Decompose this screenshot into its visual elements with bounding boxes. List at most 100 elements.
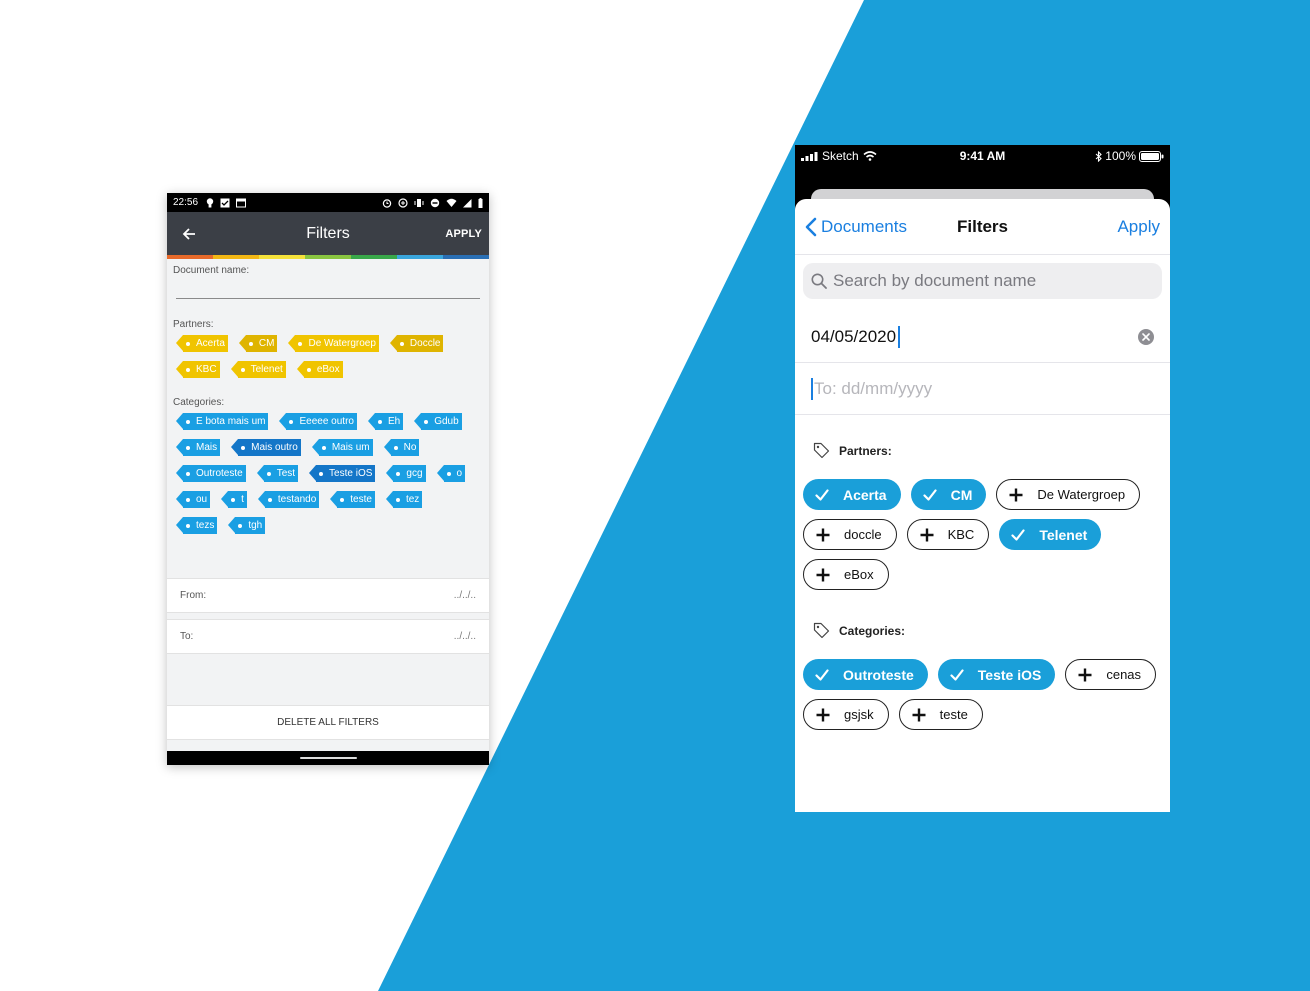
plus-icon-wrap xyxy=(920,528,934,542)
checkmark-icon-wrap xyxy=(922,488,937,501)
tag-chip[interactable]: Gdub xyxy=(414,413,462,430)
battery-percent: 100% xyxy=(1105,149,1136,163)
tag-chip[interactable]: E bota mais um xyxy=(175,413,269,430)
tag-chip[interactable]: Acerta xyxy=(176,335,228,352)
category-tags: E bota mais um Eeeee outro Eh Gdub Mais Mais … xyxy=(173,413,483,543)
android-filter-body: Document name: Partners: Acerta CM De Wate… xyxy=(167,259,489,543)
tag-icon xyxy=(813,442,830,459)
tag-chip[interactable]: t xyxy=(221,491,247,508)
rainbow-segment xyxy=(305,255,351,259)
back-button[interactable]: Documents xyxy=(795,217,907,237)
categories-header: Categories: xyxy=(795,622,1170,639)
ios-screen: Sketch 9:41 AM 100% Documents Filters Ap… xyxy=(795,145,1170,812)
tag-chip[interactable]: Test xyxy=(256,465,299,482)
category-chips: Outroteste Teste iOS cenas gsjsk teste xyxy=(795,659,1170,739)
filter-chip[interactable]: doccle xyxy=(803,519,897,550)
android-toolbar: Filters APPLY xyxy=(167,212,489,255)
to-date-field[interactable]: To: ../../.. xyxy=(167,619,489,654)
battery-icon xyxy=(1139,150,1164,162)
document-name-input[interactable] xyxy=(176,298,480,299)
to-date-field[interactable]: To: dd/mm/yyyy xyxy=(795,363,1170,415)
signal-icon xyxy=(463,198,472,207)
filter-chip[interactable]: cenas xyxy=(1065,659,1157,690)
filter-chip[interactable]: Telenet xyxy=(999,519,1102,550)
filter-chip[interactable]: teste xyxy=(898,699,983,730)
plus-icon-wrap xyxy=(816,528,830,542)
rainbow-segment xyxy=(351,255,397,259)
from-date-field[interactable]: 04/05/2020 xyxy=(795,311,1170,363)
filter-chip[interactable]: CM xyxy=(910,479,987,510)
rainbow-segment xyxy=(213,255,259,259)
search-input[interactable] xyxy=(833,271,1153,291)
checkmark-icon-wrap xyxy=(815,488,829,501)
clear-icon[interactable] xyxy=(1138,328,1154,345)
tag-chip[interactable]: tgh xyxy=(228,517,266,534)
filter-chip[interactable]: De Watergroep xyxy=(996,479,1141,510)
tag-chip[interactable]: Eh xyxy=(367,413,404,430)
to-date-placeholder: To: dd/mm/yyyy xyxy=(814,378,933,398)
tag-icon xyxy=(813,622,830,639)
checkmark-icon xyxy=(815,668,829,681)
filters-sheet: Documents Filters Apply 04/05/2020 To: d… xyxy=(795,199,1170,812)
tag-chip[interactable]: Eeeee outro xyxy=(279,413,357,430)
tag-chip[interactable]: No xyxy=(383,439,420,456)
tag-chip[interactable]: Teste iOS xyxy=(309,465,376,482)
tag-chip[interactable]: KBC xyxy=(176,361,220,378)
partner-chips: Acerta CM De Watergroep doccle KBC Telenet eBo… xyxy=(795,479,1170,599)
back-label: Documents xyxy=(821,216,907,236)
bluetooth-icon xyxy=(1095,150,1103,162)
tag-chip[interactable]: tezs xyxy=(175,517,218,534)
chip-label: KBC xyxy=(947,527,975,542)
filter-chip[interactable]: Outroteste xyxy=(803,659,928,690)
plus-icon-wrap xyxy=(816,568,830,582)
tag-chip[interactable]: Doccle xyxy=(389,335,444,352)
tag-chip[interactable]: Telenet xyxy=(230,361,286,378)
calendar-icon xyxy=(236,198,247,207)
plus-icon-wrap xyxy=(1078,668,1092,682)
filter-chip[interactable]: gsjsk xyxy=(803,699,889,730)
rainbow-segment xyxy=(259,255,305,259)
back-button[interactable] xyxy=(167,227,211,241)
tag-chip[interactable]: CM xyxy=(239,335,278,352)
tag-chip[interactable]: Mais xyxy=(175,439,221,456)
checkbox-icon xyxy=(220,198,230,207)
filter-chip[interactable]: KBC xyxy=(906,519,990,550)
chip-label: De Watergroep xyxy=(1037,487,1126,502)
from-date-field[interactable]: From: ../../.. xyxy=(167,578,489,613)
apply-button[interactable]: APPLY xyxy=(445,228,482,240)
chip-label: eBox xyxy=(844,567,874,582)
tag-chip[interactable]: teste xyxy=(330,491,375,508)
tag-chip[interactable]: De Watergroep xyxy=(288,335,379,352)
tag-chip[interactable]: testando xyxy=(257,491,320,508)
vibrate-icon xyxy=(414,198,424,207)
alarm-icon xyxy=(382,198,392,208)
filter-chip[interactable]: eBox xyxy=(803,559,889,590)
tag-chip[interactable]: Outroteste xyxy=(176,465,246,482)
chip-label: Outroteste xyxy=(843,666,914,683)
carrier-name: Sketch xyxy=(822,149,859,163)
plus-icon xyxy=(920,528,934,541)
rainbow-segment xyxy=(397,255,443,259)
tag-chip[interactable]: Mais outro xyxy=(231,439,301,456)
tag-chip[interactable]: eBox xyxy=(296,361,343,378)
text-cursor xyxy=(811,377,813,400)
tag-chip[interactable]: Mais um xyxy=(311,439,373,456)
chip-label: cenas xyxy=(1106,667,1142,682)
ios-nav-bar: Documents Filters Apply xyxy=(795,199,1170,255)
apply-button[interactable]: Apply xyxy=(1117,217,1160,237)
android-screen: 22:56 Filters APPLY Document name: Partn… xyxy=(167,193,489,765)
tag-chip[interactable]: o xyxy=(436,465,466,482)
tag-chip[interactable]: gcg xyxy=(386,465,426,482)
home-gesture-pill[interactable] xyxy=(299,757,357,759)
tag-chip[interactable]: tez xyxy=(385,491,423,508)
delete-all-filters-label: DELETE ALL FILTERS xyxy=(277,717,379,728)
chip-label: Telenet xyxy=(1039,526,1088,543)
partners-header: Partners: xyxy=(795,442,1170,459)
lightbulb-icon xyxy=(206,197,214,207)
filter-chip[interactable]: Teste iOS xyxy=(937,659,1056,690)
plus-icon xyxy=(816,568,830,581)
delete-all-filters-button[interactable]: DELETE ALL FILTERS xyxy=(167,705,489,740)
tag-chip[interactable]: ou xyxy=(175,491,211,508)
filter-chip[interactable]: Acerta xyxy=(803,479,901,510)
chip-label: doccle xyxy=(844,527,882,542)
